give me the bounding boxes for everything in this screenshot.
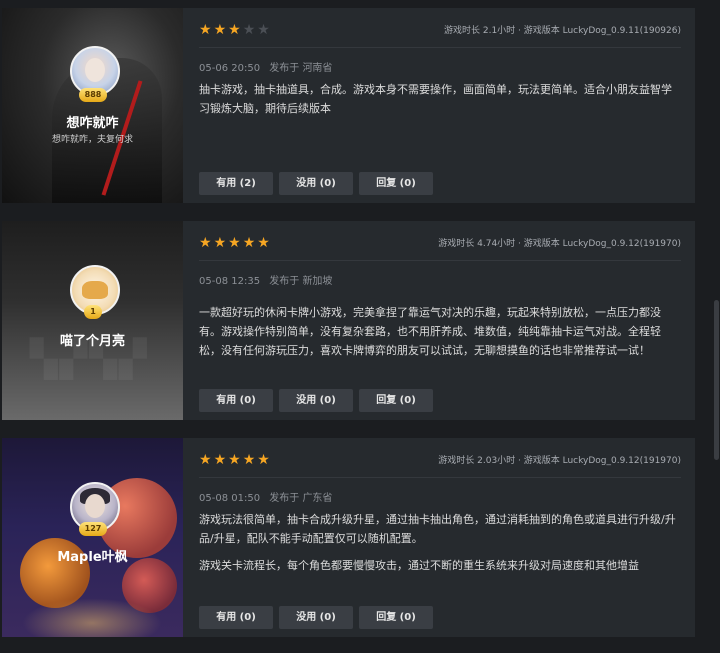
level-badge: 1 xyxy=(84,305,102,319)
star-icon: ★ xyxy=(242,22,258,38)
post-date: 05-08 01:50 xyxy=(199,493,261,504)
post-info: 05-06 20:50 发布于 河南省 xyxy=(199,59,332,74)
username[interactable]: 喵了个月亮 xyxy=(2,330,183,349)
post-location: 河南省 xyxy=(302,63,333,74)
star-icon: ★ xyxy=(257,452,272,468)
star-icon: ★ xyxy=(257,235,272,251)
location-prefix: 发布于 xyxy=(269,493,300,504)
review-actions: 有用 (2) 没用 (0) 回复 (0) xyxy=(199,172,433,195)
review-paragraph: 游戏玩法很简单，抽卡合成升级升星，通过抽卡抽出角色，通过消耗抽到的角色或道具进行… xyxy=(199,513,676,545)
username[interactable]: 想咋就咋 xyxy=(2,112,183,131)
useless-button[interactable]: 没用 (0) xyxy=(279,172,353,195)
post-info: 05-08 01:50 发布于 广东省 xyxy=(199,489,332,504)
review-paragraph: 一款超好玩的休闲卡牌小游戏，完美拿捏了靠运气对决的乐趣，玩起来特别放松，一点压力… xyxy=(199,306,661,357)
reply-button[interactable]: 回复 (0) xyxy=(359,172,433,195)
scrollbar-thumb[interactable] xyxy=(714,300,719,460)
post-location: 广东省 xyxy=(302,493,333,504)
star-icon: ★ xyxy=(199,235,214,251)
location-prefix: 发布于 xyxy=(269,63,300,74)
review-content: ★★★★★ 游戏时长 2.1小时 · 游戏版本 LuckyDog_0.9.11(… xyxy=(199,8,681,203)
reply-button[interactable]: 回复 (0) xyxy=(359,606,433,629)
play-meta: 游戏时长 2.03小时 · 游戏版本 LuckyDog_0.9.12(19197… xyxy=(438,456,681,466)
scrollbar-track[interactable] xyxy=(712,0,720,653)
useless-button[interactable]: 没用 (0) xyxy=(279,606,353,629)
useful-button[interactable]: 有用 (0) xyxy=(199,606,273,629)
useless-button[interactable]: 没用 (0) xyxy=(279,389,353,412)
location-prefix: 发布于 xyxy=(269,276,300,287)
star-icon: ★ xyxy=(199,22,214,38)
star-rating: ★★★★★ xyxy=(199,452,272,468)
post-info: 05-08 12:35 发布于 新加坡 xyxy=(199,272,332,287)
avatar-face xyxy=(82,281,108,299)
star-icon: ★ xyxy=(242,452,258,468)
review-card: 127 Maple叶枫 ★★★★★ 游戏时长 2.03小时 · 游戏版本 Luc… xyxy=(2,438,695,637)
review-text: 一款超好玩的休闲卡牌小游戏，完美拿捏了靠运气对决的乐趣，玩起来特别放松，一点压力… xyxy=(199,303,681,368)
review-content: ★★★★★ 游戏时长 4.74小时 · 游戏版本 LuckyDog_0.9.12… xyxy=(199,221,681,420)
user-signature: 想咋就咋，夫复何求 xyxy=(51,135,133,145)
star-icon: ★ xyxy=(213,22,229,38)
star-icon: ★ xyxy=(213,235,229,251)
star-icon: ★ xyxy=(199,452,214,468)
divider xyxy=(199,477,681,478)
useful-button[interactable]: 有用 (0) xyxy=(199,389,273,412)
play-meta: 游戏时长 2.1小时 · 游戏版本 LuckyDog_0.9.11(190926… xyxy=(444,26,681,36)
user-panel: 127 Maple叶枫 xyxy=(2,438,183,637)
review-text: 游戏玩法很简单，抽卡合成升级升星，通过抽卡抽出角色，通过消耗抽到的角色或道具进行… xyxy=(199,510,681,583)
star-rating: ★★★★★ xyxy=(199,235,272,251)
review-actions: 有用 (0) 没用 (0) 回复 (0) xyxy=(199,389,433,412)
user-panel: ▚▞▚▞ 1 喵了个月亮 xyxy=(2,221,183,420)
play-meta: 游戏时长 4.74小时 · 游戏版本 LuckyDog_0.9.12(19197… xyxy=(438,239,681,249)
star-icon: ★ xyxy=(228,235,243,251)
star-icon: ★ xyxy=(213,452,229,468)
level-badge: 127 xyxy=(79,522,107,536)
star-icon: ★ xyxy=(242,235,258,251)
review-text: 抽卡游戏，抽卡抽道具，合成。游戏本身不需要操作，画面简单，玩法更简单。适合小朋友… xyxy=(199,80,681,126)
review-paragraph: 游戏关卡流程长，每个角色都要慢慢攻击，通过不断的重生系统来升级对局速度和其他增益 xyxy=(199,559,639,572)
avatar-face xyxy=(85,494,105,518)
star-icon: ★ xyxy=(228,22,243,38)
user-panel: 888 想咋就咋 想咋就咋，夫复何求 xyxy=(2,8,183,203)
review-card: 888 想咋就咋 想咋就咋，夫复何求 ★★★★★ 游戏时长 2.1小时 · 游戏… xyxy=(2,8,695,203)
divider xyxy=(199,260,681,261)
avatar-face xyxy=(85,58,105,82)
post-date: 05-06 20:50 xyxy=(199,63,261,74)
level-badge: 888 xyxy=(79,88,107,102)
star-rating: ★★★★★ xyxy=(199,22,272,38)
post-location: 新加坡 xyxy=(302,276,333,287)
review-card: ▚▞▚▞ 1 喵了个月亮 ★★★★★ 游戏时长 4.74小时 · 游戏版本 Lu… xyxy=(2,221,695,420)
post-date: 05-08 12:35 xyxy=(199,276,261,287)
review-actions: 有用 (0) 没用 (0) 回复 (0) xyxy=(199,606,433,629)
username[interactable]: Maple叶枫 xyxy=(2,546,183,565)
star-icon: ★ xyxy=(228,452,243,468)
useful-button[interactable]: 有用 (2) xyxy=(199,172,273,195)
star-icon: ★ xyxy=(257,22,272,38)
divider xyxy=(199,47,681,48)
review-paragraph: 抽卡游戏，抽卡抽道具，合成。游戏本身不需要操作，画面简单，玩法更简单。适合小朋友… xyxy=(199,83,672,115)
review-content: ★★★★★ 游戏时长 2.03小时 · 游戏版本 LuckyDog_0.9.12… xyxy=(199,438,681,637)
reply-button[interactable]: 回复 (0) xyxy=(359,389,433,412)
